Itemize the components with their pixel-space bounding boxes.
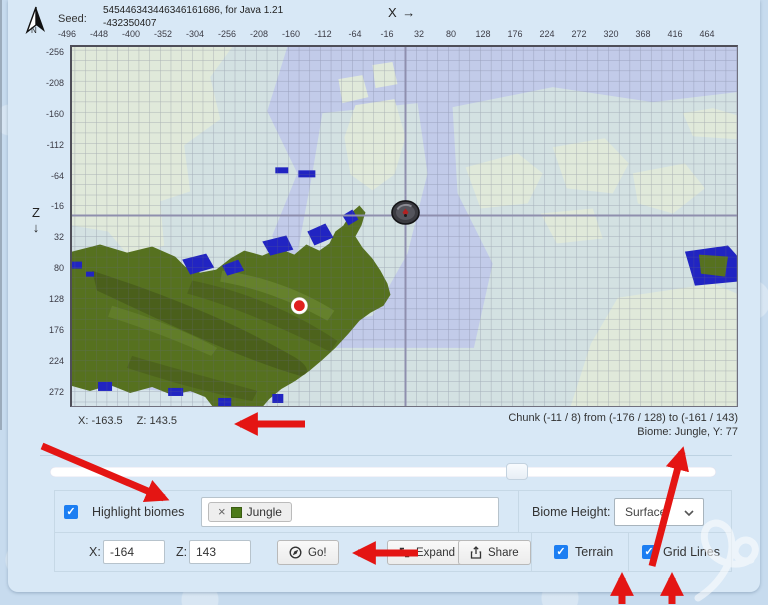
controls-row-navigate: X: Z: Go! Expand Share ✓ Terrain <box>55 533 731 572</box>
expand-button[interactable]: Expand <box>387 540 467 565</box>
go-button-label: Go! <box>308 547 327 559</box>
biome-filter-input[interactable]: × Jungle <box>201 497 499 527</box>
expand-button-label: Expand <box>416 547 455 559</box>
x-tick: 272 <box>563 29 595 39</box>
go-button[interactable]: Go! <box>277 540 339 565</box>
biome-color-swatch <box>231 507 242 518</box>
check-icon: ✓ <box>644 546 653 558</box>
grid-lines-checkbox[interactable]: ✓ <box>642 545 656 559</box>
x-tick: -256 <box>211 29 243 39</box>
z-tick: -256 <box>26 37 64 68</box>
zoom-slider[interactable] <box>50 467 716 477</box>
divider <box>628 533 629 572</box>
z-axis-title: Z ↓ <box>28 205 44 235</box>
controls-panel: ✓ Highlight biomes × Jungle Biome Height… <box>54 490 732 572</box>
screenshot-edge <box>0 0 2 430</box>
zoom-slider-handle[interactable] <box>506 463 528 480</box>
chunk-range-text: Chunk (-11 / 8) from (-176 / 128) to (-1… <box>508 411 738 425</box>
x-coordinate-field[interactable] <box>103 540 165 564</box>
x-axis-title: X → <box>388 5 416 20</box>
x-tick: 416 <box>659 29 691 39</box>
spawn-marker-icon[interactable] <box>392 201 419 224</box>
x-tick: -400 <box>115 29 147 39</box>
terrain-label: Terrain <box>575 545 613 559</box>
chunk-info: Chunk (-11 / 8) from (-176 / 128) to (-1… <box>508 411 738 439</box>
check-icon: ✓ <box>66 506 75 518</box>
x-tick: -448 <box>83 29 115 39</box>
highlight-biomes-label: Highlight biomes <box>92 505 184 519</box>
seed-label: Seed: <box>58 13 87 25</box>
expand-icon <box>399 547 410 558</box>
x-tick: 176 <box>499 29 531 39</box>
z-tick: 224 <box>26 346 64 377</box>
x-field-label: X: <box>89 545 101 559</box>
z-tick: 272 <box>26 377 64 408</box>
cursor-coordinates: X: -163.5 Z: 143.5 <box>78 415 191 427</box>
x-tick: -160 <box>275 29 307 39</box>
terrain-checkbox[interactable]: ✓ <box>554 545 568 559</box>
x-tick: 464 <box>691 29 723 39</box>
z-tick: 80 <box>26 253 64 284</box>
divider <box>518 491 519 533</box>
controls-row-biomes: ✓ Highlight biomes × Jungle Biome Height… <box>55 491 731 533</box>
selected-point-marker[interactable] <box>291 297 307 313</box>
z-axis-arrow-icon: ↓ <box>28 220 44 235</box>
close-icon[interactable]: × <box>218 506 226 518</box>
x-tick: -16 <box>371 29 403 39</box>
share-icon <box>470 546 482 559</box>
seed-value-alt: -432350407 <box>103 18 156 29</box>
share-button[interactable]: Share <box>458 540 531 565</box>
z-axis-letter: Z <box>28 205 44 220</box>
x-tick: 368 <box>627 29 659 39</box>
compass-icon <box>289 546 302 559</box>
x-tick: 224 <box>531 29 563 39</box>
divider <box>40 455 732 456</box>
biome-info-text: Biome: Jungle, Y: 77 <box>508 425 738 439</box>
x-axis-ticks: -496 -448 -400 -352 -304 -256 -208 -160 … <box>51 29 723 39</box>
z-tick: 128 <box>26 284 64 315</box>
x-tick: 32 <box>403 29 435 39</box>
x-tick: 320 <box>595 29 627 39</box>
biome-height-label: Biome Height: <box>532 505 611 519</box>
z-tick: -64 <box>26 161 64 192</box>
x-tick: -64 <box>339 29 371 39</box>
x-tick: 80 <box>435 29 467 39</box>
biome-tag-label: Jungle <box>247 505 282 519</box>
x-tick: -208 <box>243 29 275 39</box>
x-tick: 128 <box>467 29 499 39</box>
cursor-x: X: -163.5 <box>78 415 123 427</box>
watermark-logo <box>688 512 766 604</box>
highlight-biomes-checkbox[interactable]: ✓ <box>64 505 78 519</box>
x-tick: -112 <box>307 29 339 39</box>
seed-map-canvas[interactable] <box>72 47 737 406</box>
share-button-label: Share <box>488 547 519 559</box>
biome-tag-jungle[interactable]: × Jungle <box>208 502 292 522</box>
cursor-z: Z: 143.5 <box>137 415 177 427</box>
x-tick: -352 <box>147 29 179 39</box>
divider <box>531 533 532 572</box>
z-tick: -208 <box>26 68 64 99</box>
z-tick: -160 <box>26 99 64 130</box>
biome-height-value: Surface <box>625 505 666 519</box>
z-field-label: Z: <box>176 545 187 559</box>
z-tick: 176 <box>26 315 64 346</box>
seed-value: 545446343446346161686, for Java 1.21 <box>103 5 283 16</box>
check-icon: ✓ <box>556 546 565 558</box>
z-tick: -112 <box>26 130 64 161</box>
x-tick: -304 <box>179 29 211 39</box>
compass-n-label: N <box>31 26 37 35</box>
z-coordinate-field[interactable] <box>189 540 251 564</box>
seed-map[interactable] <box>70 45 738 407</box>
